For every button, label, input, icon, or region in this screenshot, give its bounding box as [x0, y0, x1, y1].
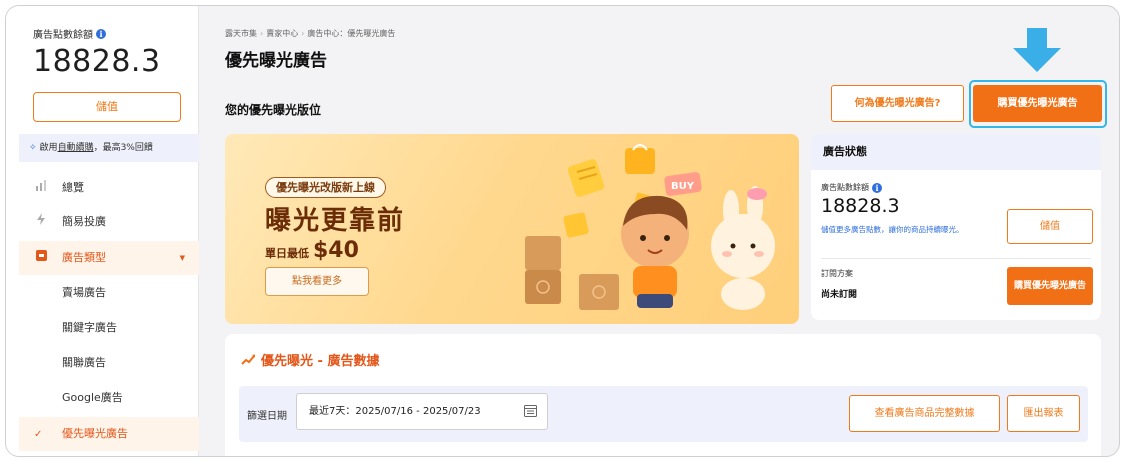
auto-renew-prefix: 啟用	[39, 143, 58, 153]
info-icon[interactable]: i	[96, 28, 106, 39]
banner-headline: 曝光更靠前	[265, 206, 406, 236]
sidebar-subitem-store-ads[interactable]: 賣場廣告	[19, 276, 199, 310]
status-balance-label: 廣告點數餘額 i	[821, 182, 882, 193]
banner-subline: 單日最低 $40	[265, 238, 359, 263]
plan-label: 訂閱方案	[821, 269, 853, 278]
auto-renew-link[interactable]: 自動續購	[58, 143, 94, 153]
megaphone-icon: ✧	[29, 143, 37, 153]
banner-illustration: BUY	[525, 144, 775, 310]
trend-icon	[241, 354, 255, 365]
balance-value: 18828.3	[33, 44, 161, 79]
breadcrumb-separator-icon: ›	[260, 29, 264, 38]
sidebar-subitem-google-ads[interactable]: Google廣告	[19, 381, 199, 415]
data-section-title: 優先曝光 - 廣告數據	[241, 350, 379, 369]
page-title: 優先曝光廣告	[225, 51, 327, 71]
calendar-icon	[524, 405, 537, 417]
sidebar-subitem-related-ads[interactable]: 關聯廣告	[19, 346, 199, 380]
banner-sub-prefix: 單日最低	[265, 247, 309, 260]
divider	[821, 258, 1091, 259]
status-balance-label-text: 廣告點數餘額	[821, 183, 869, 192]
sidebar-subitem-keyword-ads[interactable]: 關鍵字廣告	[19, 311, 199, 345]
banner-more-button[interactable]: 點我看更多	[265, 267, 369, 296]
sidebar-item-label: 廣告類型	[62, 251, 106, 264]
auto-renew-suffix: ，最高3%回饋	[93, 143, 153, 153]
sidebar-item-label: 總覽	[62, 181, 84, 194]
chevron-down-icon: ▼	[179, 254, 185, 262]
status-topup-button[interactable]: 儲值	[1007, 209, 1093, 244]
date-range-picker[interactable]: 最近7天：2025/07/16 - 2025/07/23	[296, 393, 548, 430]
ad-data-card: 優先曝光 - 廣告數據 篩選日期 最近7天：2025/07/16 - 2025/…	[225, 334, 1101, 456]
info-icon[interactable]: i	[872, 182, 882, 193]
lightning-icon	[34, 205, 48, 239]
filter-date-label: 篩選日期	[247, 411, 287, 422]
auto-renew-banner: ✧ 啟用自動續購，最高3%回饋	[19, 134, 199, 162]
buy-sticker-text: BUY	[671, 181, 695, 192]
promo-banner[interactable]: 優先曝光改版新上線 曝光更靠前 單日最低 $40 點我看更多 BUY	[225, 134, 799, 324]
sidebar-item-simple-ads[interactable]: 簡易投廣	[19, 205, 199, 239]
balance-label-text: 廣告點數餘額	[33, 30, 93, 41]
sidebar-subitem-priority-ads[interactable]: ✓ 優先曝光廣告	[19, 417, 199, 451]
status-balance-value: 18828.3	[821, 195, 900, 217]
balance-label: 廣告點數餘額 i	[33, 26, 106, 41]
plan-value: 尚未訂閱	[821, 290, 858, 300]
sidebar-item-ad-types[interactable]: 廣告類型 ▼	[19, 241, 199, 275]
app-window: 廣告點數餘額 i 18828.3 儲值 ✧ 啟用自動續購，最高3%回饋 總覽 簡易…	[5, 5, 1120, 457]
ad-status-card: 廣告狀態 廣告點數餘額 i 18828.3 儲值更多廣告點數，讓你的商品持續曝光…	[811, 134, 1101, 320]
status-balance-note: 儲值更多廣告點數，讓你的商品持續曝光。	[821, 225, 964, 234]
export-report-button[interactable]: 匯出報表	[1007, 395, 1080, 432]
check-icon: ✓	[34, 429, 43, 440]
section-title: 您的優先曝光版位	[225, 103, 322, 117]
filter-bar: 篩選日期 最近7天：2025/07/16 - 2025/07/23 查看廣告商品…	[239, 386, 1088, 442]
date-range-value: 最近7天：2025/07/16 - 2025/07/23	[309, 406, 481, 417]
status-card-title: 廣告狀態	[811, 134, 1101, 170]
breadcrumb-item[interactable]: 露天市集	[225, 29, 257, 38]
sidebar: 廣告點數餘額 i 18828.3 儲值 ✧ 啟用自動續購，最高3%回饋 總覽 簡易…	[6, 6, 199, 456]
breadcrumb-separator-icon: ›	[301, 29, 305, 38]
banner-tag: 優先曝光改版新上線	[265, 177, 386, 198]
sidebar-item-label: 簡易投廣	[62, 215, 106, 228]
what-is-priority-ads-button[interactable]: 何為優先曝光廣告?	[831, 85, 964, 122]
breadcrumb-item[interactable]: 賣家中心	[266, 29, 298, 38]
breadcrumb: 露天市集 › 賣家中心 › 廣告中心：優先曝光廣告	[225, 28, 395, 39]
view-full-data-button[interactable]: 查看廣告商品完整數據	[849, 395, 1000, 432]
buy-priority-ads-button[interactable]: 購買優先曝光廣告	[973, 85, 1102, 122]
sidebar-subitem-label: 優先曝光廣告	[62, 427, 128, 440]
main-content: 露天市集 › 賣家中心 › 廣告中心：優先曝光廣告 優先曝光廣告 您的優先曝光版位 何為…	[199, 6, 1119, 456]
arrow-down-icon	[1013, 28, 1061, 72]
banner-price: $40	[313, 238, 359, 263]
breadcrumb-item: 廣告中心：優先曝光廣告	[307, 29, 396, 38]
ad-square-icon	[34, 241, 48, 275]
chart-bars-icon	[34, 171, 48, 205]
sidebar-item-overview[interactable]: 總覽	[19, 171, 199, 205]
status-buy-button[interactable]: 購買優先曝光廣告	[1007, 267, 1093, 305]
topup-button[interactable]: 儲值	[33, 92, 181, 122]
data-section-title-text: 優先曝光 - 廣告數據	[261, 354, 380, 369]
